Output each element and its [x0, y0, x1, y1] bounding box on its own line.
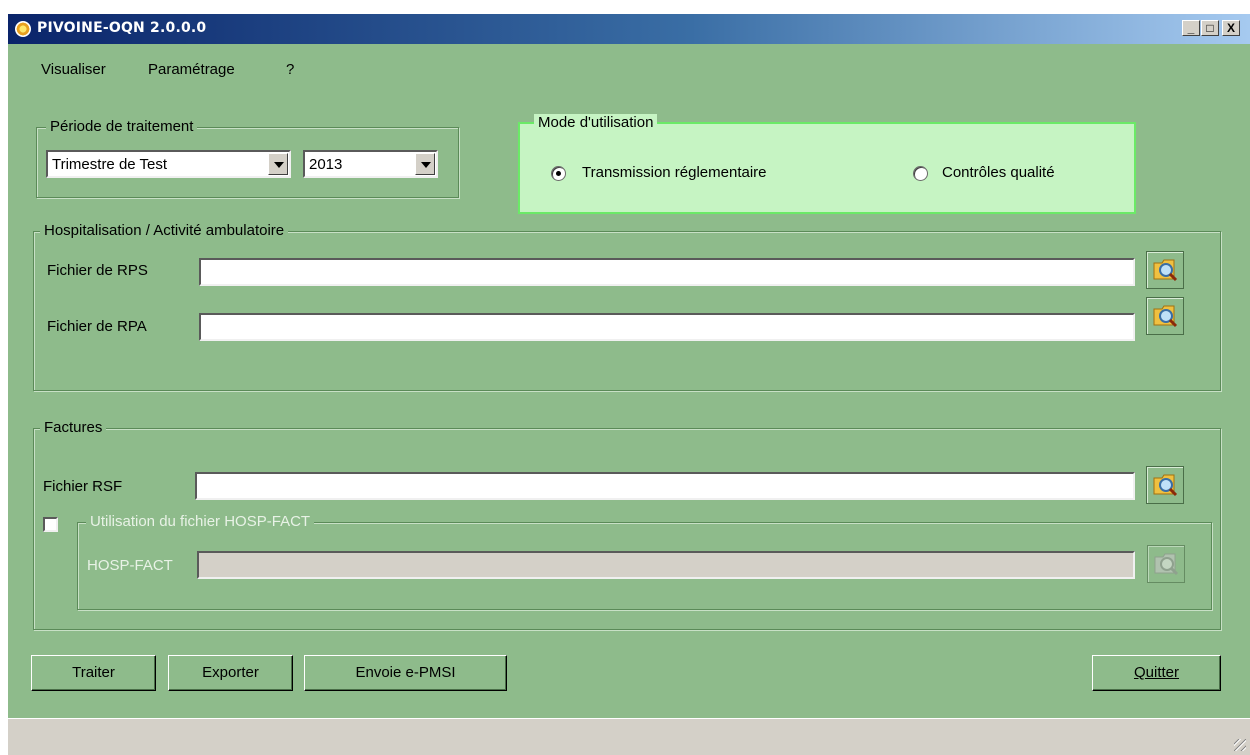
rsf-label: Fichier RSF: [43, 478, 123, 495]
app-window: PIVOINE-OQN 2.0.0.0 _ □ X Visualiser Par…: [8, 14, 1250, 755]
traiter-button[interactable]: Traiter: [31, 655, 156, 691]
menu-visualiser[interactable]: Visualiser: [41, 61, 106, 78]
factures-legend: Factures: [40, 419, 107, 436]
maximize-button[interactable]: □: [1201, 20, 1219, 36]
folder-search-icon: [1154, 553, 1179, 576]
hosp-fact-group: Utilisation du fichier HOSP-FACT HOSP-FA…: [77, 513, 1212, 610]
resize-grip-icon[interactable]: [1234, 739, 1246, 751]
title-bar[interactable]: PIVOINE-OQN 2.0.0.0 _ □ X: [8, 14, 1250, 44]
annee-value: 2013: [309, 156, 343, 173]
rps-browse-button[interactable]: [1146, 251, 1184, 289]
rsf-input[interactable]: [195, 472, 1135, 500]
mode-legend: Mode d'utilisation: [534, 114, 658, 131]
chevron-down-icon[interactable]: [268, 153, 288, 175]
hospitalisation-group: Hospitalisation / Activité ambulatoire F…: [33, 222, 1221, 391]
rpa-input[interactable]: [199, 313, 1135, 341]
rpa-label: Fichier de RPA: [47, 318, 147, 335]
window-title: PIVOINE-OQN 2.0.0.0: [37, 20, 207, 36]
rps-label: Fichier de RPS: [47, 262, 148, 279]
hospitalisation-legend: Hospitalisation / Activité ambulatoire: [40, 222, 289, 239]
radio-transmission[interactable]: [551, 166, 566, 181]
menu-parametrage[interactable]: Paramétrage: [148, 61, 235, 78]
status-bar: [8, 718, 1250, 755]
radio-controles-label: Contrôles qualité: [942, 164, 1055, 181]
envoie-epmsi-button[interactable]: Envoie e-PMSI: [304, 655, 507, 691]
hosp-fact-input: [197, 551, 1135, 579]
rsf-browse-button[interactable]: [1146, 466, 1184, 504]
exporter-button[interactable]: Exporter: [168, 655, 293, 691]
menu-bar: Visualiser Paramétrage ?: [8, 44, 1250, 86]
hosp-fact-browse-button: [1147, 545, 1185, 583]
folder-search-icon: [1153, 474, 1178, 497]
hosp-fact-checkbox[interactable]: [43, 517, 58, 532]
chevron-down-icon[interactable]: [415, 153, 435, 175]
rpa-browse-button[interactable]: [1146, 297, 1184, 335]
rps-input[interactable]: [199, 258, 1135, 286]
trimestre-value: Trimestre de Test: [52, 156, 168, 173]
trimestre-select[interactable]: Trimestre de Test: [46, 150, 291, 178]
folder-search-icon: [1153, 305, 1178, 328]
hosp-fact-label: HOSP-FACT: [87, 557, 173, 574]
mode-group: Mode d'utilisation Transmission réglemen…: [518, 114, 1136, 214]
close-button[interactable]: X: [1222, 20, 1240, 36]
periode-group: Période de traitement Trimestre de Test …: [36, 118, 459, 198]
pivoine-app-icon: [15, 21, 31, 37]
periode-legend: Période de traitement: [46, 118, 198, 135]
annee-select[interactable]: 2013: [303, 150, 438, 178]
menu-help[interactable]: ?: [286, 61, 294, 78]
radio-transmission-label: Transmission réglementaire: [582, 164, 767, 181]
factures-group: Factures Fichier RSF Utilisation du fich…: [33, 419, 1221, 630]
hosp-fact-legend: Utilisation du fichier HOSP-FACT: [86, 513, 315, 530]
folder-search-icon: [1153, 259, 1178, 282]
radio-controles[interactable]: [913, 166, 928, 181]
quitter-button[interactable]: Quitter: [1092, 655, 1221, 691]
quitter-label: Quitter: [1133, 664, 1179, 681]
minimize-button[interactable]: _: [1182, 20, 1200, 36]
